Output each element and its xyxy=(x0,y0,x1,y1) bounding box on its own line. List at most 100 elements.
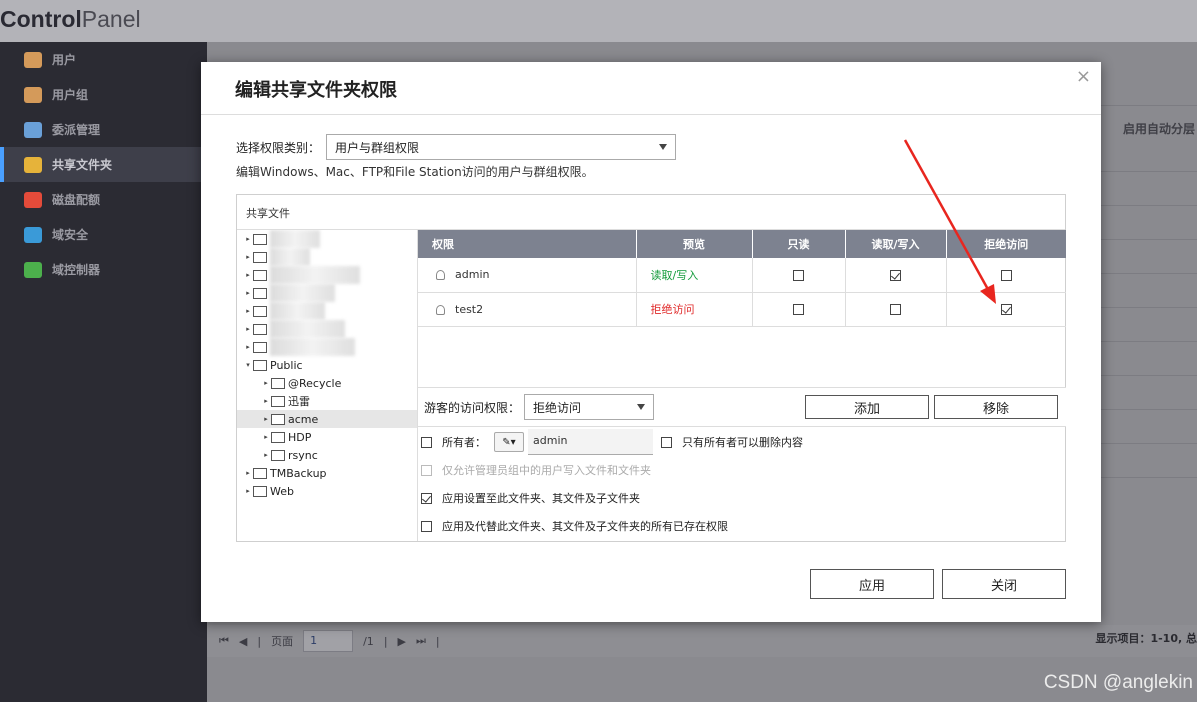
sidebar-item-label: 委派管理 xyxy=(52,123,101,137)
caret-right-icon[interactable]: ▸ xyxy=(243,307,253,315)
sidebar-item[interactable]: 用户 xyxy=(0,42,207,77)
read-only-checkbox[interactable] xyxy=(793,304,804,315)
close-button[interactable]: 关闭 xyxy=(942,569,1066,599)
remove-button[interactable]: 移除 xyxy=(934,395,1059,419)
sidebar-item-label: 用户 xyxy=(52,53,77,67)
tree-folder-item[interactable]: ▸ 迅雷 xyxy=(237,392,417,410)
sidebar: 用户用户组委派管理共享文件夹 磁盘配额 域安全域控制器 xyxy=(0,42,207,702)
folder-icon xyxy=(253,233,267,245)
table-row[interactable]: test2 拒绝访问 xyxy=(418,292,1066,327)
folder-icon xyxy=(253,305,267,317)
owner-checkbox[interactable] xyxy=(421,436,432,448)
tree-folder-item[interactable]: ▸ xyxy=(237,266,417,284)
tree-folder-item[interactable]: ▸ xyxy=(237,230,417,248)
read-write-checkbox[interactable] xyxy=(890,304,901,315)
caret-right-icon[interactable]: ▸ xyxy=(243,253,253,261)
tree-folder-item[interactable]: ▸ xyxy=(237,284,417,302)
auto-tiering-header: 启用自动分层 xyxy=(1122,122,1195,136)
redacted-folder-name xyxy=(270,266,360,284)
sidebar-item-icon xyxy=(24,261,42,278)
apply-replace-checkbox[interactable] xyxy=(421,520,432,532)
col-preview: 预览 xyxy=(636,230,753,258)
items-count: 显示项目：1-10, 总 xyxy=(1095,632,1197,645)
last-page-icon[interactable]: ⏭ xyxy=(416,634,426,648)
caret-right-icon[interactable]: ▸ xyxy=(261,415,271,423)
col-deny: 拒绝访问 xyxy=(946,230,1066,258)
caret-right-icon[interactable]: ▸ xyxy=(261,379,271,387)
sidebar-item-icon xyxy=(24,121,42,138)
close-icon[interactable]: × xyxy=(1076,66,1091,87)
caret-right-icon[interactable]: ▸ xyxy=(243,289,253,297)
sidebar-item-icon xyxy=(24,156,42,173)
edit-owner-button[interactable]: ✎▾ xyxy=(494,432,524,452)
caret-right-icon[interactable]: ▸ xyxy=(243,487,253,495)
tree-folder-item[interactable]: ▾ Public xyxy=(237,356,417,374)
tree-folder-label: @Recycle xyxy=(288,376,342,390)
redacted-folder-name xyxy=(270,248,310,266)
permission-table-area: 权限 预览 只读 读取/写入 拒绝访问 admin 读取/写入 test2 拒绝访问 … xyxy=(418,230,1066,541)
caret-right-icon[interactable]: ▸ xyxy=(243,271,253,279)
tree-folder-label: acme xyxy=(288,412,319,426)
tree-folder-item[interactable]: ▸ Web xyxy=(237,482,417,500)
prev-page-icon[interactable]: ◀ xyxy=(239,635,247,648)
caret-right-icon[interactable]: ▸ xyxy=(243,469,253,477)
caret-right-icon[interactable]: ▸ xyxy=(243,343,253,351)
page-input[interactable]: 1 xyxy=(303,630,354,652)
read-only-checkbox[interactable] xyxy=(793,269,804,281)
sidebar-item[interactable]: 域安全 xyxy=(0,217,207,252)
permission-table: 权限 预览 只读 读取/写入 拒绝访问 admin 读取/写入 test2 拒绝访问 xyxy=(418,230,1066,386)
add-button[interactable]: 添加 xyxy=(805,395,930,419)
sidebar-item[interactable]: 域控制器 xyxy=(0,252,207,287)
folder-icon xyxy=(253,485,267,497)
tree-folder-item[interactable]: ▸ @Recycle xyxy=(237,374,417,392)
caret-right-icon[interactable]: ▸ xyxy=(261,397,271,405)
permission-type-select[interactable]: 用户与群组权限 xyxy=(326,134,677,160)
admin-write-checkbox[interactable] xyxy=(421,464,432,476)
user-icon xyxy=(436,304,445,315)
redacted-folder-name xyxy=(270,320,345,338)
owner-input[interactable]: admin xyxy=(528,429,653,455)
sidebar-item[interactable]: 委派管理 xyxy=(0,112,207,147)
deny-access-checkbox[interactable] xyxy=(1000,304,1012,315)
tree-folder-item[interactable]: ▸ xyxy=(237,338,417,356)
caret-right-icon[interactable]: ▸ xyxy=(261,451,271,459)
sidebar-item[interactable]: 用户组 xyxy=(0,77,207,112)
sidebar-item[interactable]: 共享文件夹 xyxy=(0,147,207,182)
sidebar-item-icon xyxy=(24,226,42,243)
tree-folder-item[interactable]: ▸ HDP xyxy=(237,428,417,446)
tree-folder-item[interactable]: ▸ xyxy=(237,302,417,320)
owner-only-delete-checkbox[interactable] xyxy=(661,436,672,448)
read-only-cell xyxy=(752,258,846,293)
first-page-icon[interactable]: ⏮ xyxy=(219,634,229,648)
dropdown-arrow-icon xyxy=(659,144,668,150)
folder-icon xyxy=(253,251,267,263)
sidebar-item[interactable]: 磁盘配额 xyxy=(0,182,207,217)
redacted-folder-name xyxy=(270,302,325,320)
tree-folder-item[interactable]: ▸ rsync xyxy=(237,446,417,464)
guest-access-select[interactable]: 拒绝访问 xyxy=(524,394,655,420)
caret-right-icon[interactable]: ▸ xyxy=(243,235,253,243)
apply-subfolders-checkbox[interactable] xyxy=(421,492,432,504)
caret-right-icon[interactable]: ▸ xyxy=(243,325,253,333)
caret-right-icon[interactable]: ▸ xyxy=(261,433,271,441)
dialog-description: 编辑Windows、Mac、FTP和File Station访问的用户与群组权限… xyxy=(236,165,594,179)
folder-icon xyxy=(271,395,285,407)
folder-icon xyxy=(253,341,267,353)
folder-icon xyxy=(271,431,285,443)
deny-access-checkbox[interactable] xyxy=(1000,269,1012,281)
tree-folder-item[interactable]: ▸ TMBackup xyxy=(237,464,417,482)
table-row[interactable]: admin 读取/写入 xyxy=(418,258,1066,293)
folder-icon xyxy=(253,323,267,335)
tree-folder-item[interactable]: ▸ xyxy=(237,248,417,266)
tree-folder-item[interactable]: ▸ xyxy=(237,320,417,338)
caret-down-icon[interactable]: ▾ xyxy=(243,361,253,369)
apply-button[interactable]: 应用 xyxy=(810,569,934,599)
read-write-checkbox[interactable] xyxy=(890,269,901,281)
folder-tree: ▸ ▸ ▸ ▸ ▸ ▸ ▸ ▾ Public ▸ @Recycle ▸ 迅雷 ▸ acme ▸ HDP ▸ rsyn… xyxy=(237,230,418,541)
apply-replace-label: 应用及代替此文件夹、其文件及子文件夹的所有已存在权限 xyxy=(442,520,728,533)
next-page-icon[interactable]: ▶ xyxy=(398,635,406,648)
apply-subfolders-row: 应用设置至此文件夹、其文件及子文件夹 xyxy=(418,484,1066,512)
sidebar-item-label: 域控制器 xyxy=(52,263,101,277)
user-cell: test2 xyxy=(418,292,637,327)
tree-folder-item[interactable]: ▸ acme xyxy=(237,410,417,428)
